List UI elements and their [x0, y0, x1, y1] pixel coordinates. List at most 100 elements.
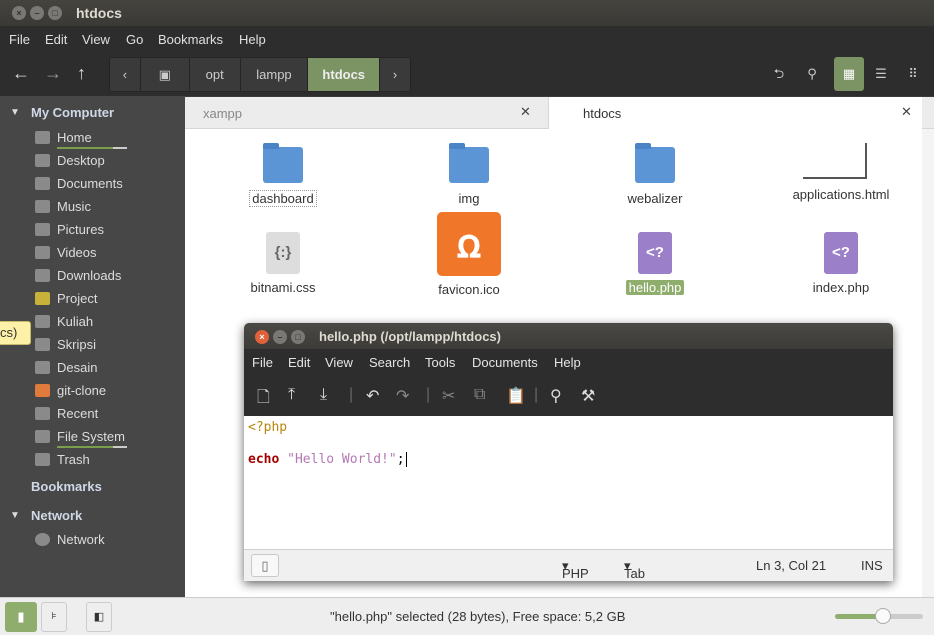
- music-icon: [35, 200, 50, 213]
- toggle-sidebar-icon[interactable]: ◧: [86, 602, 112, 632]
- sidebar-item-trash[interactable]: Trash: [35, 451, 185, 471]
- documents-icon: [35, 177, 50, 190]
- menu-edit[interactable]: Edit: [45, 32, 67, 47]
- sidebar-item-downloads[interactable]: Downloads: [35, 267, 185, 287]
- toggle-location-icon[interactable]: ⮌: [764, 57, 794, 91]
- forward-icon[interactable]: →: [44, 63, 62, 84]
- folder-orange-icon: [35, 384, 50, 397]
- tab-xampp[interactable]: xampp ✕: [185, 97, 548, 128]
- back-icon[interactable]: ←: [12, 63, 30, 84]
- scrollbar[interactable]: [922, 129, 934, 597]
- file-item[interactable]: dashboard: [203, 143, 363, 207]
- sidebar-item-recent[interactable]: Recent: [35, 405, 185, 425]
- close-icon[interactable]: ×: [12, 6, 26, 20]
- breadcrumb-htdocs[interactable]: htdocs: [308, 58, 381, 91]
- section-bookmarks[interactable]: Bookmarks: [31, 479, 102, 494]
- new-file-icon[interactable]: 🗋: [257, 386, 270, 413]
- compact-view-icon[interactable]: ⠿: [898, 57, 928, 91]
- sidebar-item-git-clone[interactable]: git-clone: [35, 382, 185, 402]
- download-icon: [35, 269, 50, 282]
- menu-edit[interactable]: Edit: [288, 355, 310, 370]
- paste-icon[interactable]: 📋: [506, 386, 526, 406]
- menu-file[interactable]: File: [252, 355, 273, 370]
- close-icon[interactable]: ✕: [520, 104, 531, 120]
- code-editor[interactable]: <?php echo "Hello World!";: [244, 416, 893, 549]
- menu-view[interactable]: View: [325, 355, 353, 370]
- breadcrumb-lampp[interactable]: lampp: [241, 58, 309, 91]
- zoom-slider[interactable]: [835, 608, 923, 624]
- file-item[interactable]: <? index.php: [761, 212, 921, 295]
- file-item[interactable]: {:} bitnami.css: [203, 212, 363, 295]
- tab-htdocs[interactable]: htdocs ✕: [548, 97, 922, 129]
- drive-icon[interactable]: ▣: [141, 58, 190, 91]
- search-icon[interactable]: ⚲: [550, 386, 562, 406]
- menu-bookmarks[interactable]: Bookmarks: [158, 32, 223, 47]
- minimize-icon[interactable]: –: [273, 330, 287, 344]
- sidebar-item-project[interactable]: Project: [35, 290, 185, 310]
- file-name: webalizer: [627, 191, 683, 206]
- file-item[interactable]: applications.html: [761, 143, 921, 202]
- file-item[interactable]: img: [389, 143, 549, 206]
- search-icon[interactable]: ⚲: [797, 57, 827, 91]
- sidebar-item-desktop[interactable]: Desktop: [35, 152, 185, 172]
- menu-file[interactable]: File: [9, 32, 30, 47]
- xampp-icon: ꭥ: [437, 212, 501, 276]
- sidebar-item-desain[interactable]: Desain: [35, 359, 185, 379]
- sidebar-item-network[interactable]: Network: [35, 531, 185, 551]
- menu-documents[interactable]: Documents: [472, 355, 538, 370]
- sidebar-item-kuliah[interactable]: Kuliah: [35, 313, 185, 333]
- redo-icon[interactable]: ↷: [396, 386, 409, 406]
- language-selector[interactable]: PHP ▾: [562, 558, 589, 581]
- sidebar-item-home[interactable]: Home: [35, 129, 185, 149]
- maximize-icon[interactable]: □: [291, 330, 305, 344]
- menu-view[interactable]: View: [82, 32, 110, 47]
- slider-handle[interactable]: [875, 608, 892, 624]
- close-icon[interactable]: ×: [255, 330, 269, 344]
- save-icon[interactable]: ⤓: [320, 386, 327, 404]
- breadcrumb-left-icon[interactable]: ‹: [110, 58, 141, 91]
- replace-icon[interactable]: ⚒: [581, 386, 595, 406]
- sidebar-item-file-system[interactable]: File System: [35, 428, 185, 448]
- places-icon[interactable]: ▮: [5, 602, 37, 632]
- sidebar-item-pictures[interactable]: Pictures: [35, 221, 185, 241]
- copy-icon[interactable]: ⧉: [474, 386, 485, 404]
- open-icon[interactable]: ⤒: [288, 386, 295, 404]
- sidebar-item-music[interactable]: Music: [35, 198, 185, 218]
- cut-icon[interactable]: ✂: [442, 386, 455, 406]
- file-item[interactable]: ꭥ favicon.ico: [389, 212, 549, 297]
- tab-bar: xampp ✕ htdocs ✕: [185, 97, 934, 129]
- up-icon[interactable]: ↑: [77, 63, 86, 84]
- sidebar-item-videos[interactable]: Videos: [35, 244, 185, 264]
- menu-help[interactable]: Help: [239, 32, 266, 47]
- side-panel-icon[interactable]: ▯: [251, 554, 279, 577]
- icon-view-icon[interactable]: ▦: [834, 57, 864, 91]
- sidebar-item-skripsi[interactable]: Skripsi: [35, 336, 185, 356]
- breadcrumb-right-icon[interactable]: ›: [380, 58, 410, 91]
- breadcrumb-opt[interactable]: opt: [190, 58, 241, 91]
- menu-tools[interactable]: Tools: [425, 355, 455, 370]
- undo-icon[interactable]: ↶: [366, 386, 379, 406]
- file-name: dashboard: [249, 190, 317, 207]
- folder-icon: [35, 338, 50, 351]
- expand-icon[interactable]: ▼: [10, 107, 20, 118]
- file-item[interactable]: webalizer: [575, 143, 735, 206]
- expand-icon[interactable]: ▼: [10, 510, 20, 521]
- close-icon[interactable]: ✕: [901, 104, 912, 120]
- menu-go[interactable]: Go: [126, 32, 143, 47]
- editor-window: × – □ hello.php (/opt/lampp/htdocs) File…: [244, 323, 893, 581]
- list-view-icon[interactable]: ☰: [866, 57, 896, 91]
- file-item[interactable]: <? hello.php: [575, 212, 735, 295]
- tab-width-selector[interactable]: Tab Width: 4 ▾: [624, 558, 645, 581]
- file-name: applications.html: [792, 187, 890, 202]
- html-file-icon: [803, 143, 867, 179]
- maximize-icon[interactable]: □: [48, 6, 62, 20]
- tree-icon[interactable]: ⊧: [41, 602, 67, 632]
- menu-search[interactable]: Search: [369, 355, 410, 370]
- folder-icon: [35, 315, 50, 328]
- menu-help[interactable]: Help: [554, 355, 581, 370]
- usage-bar: [57, 147, 127, 149]
- minimize-icon[interactable]: –: [30, 6, 44, 20]
- sidebar-item-documents[interactable]: Documents: [35, 175, 185, 195]
- menu-bar: File Edit View Go Bookmarks Help: [0, 26, 934, 53]
- folder-icon: [35, 361, 50, 374]
